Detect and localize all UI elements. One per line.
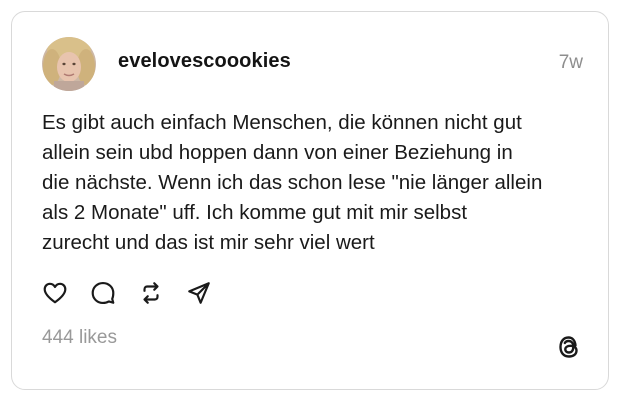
threads-logo-icon — [556, 332, 582, 362]
avatar-image — [42, 37, 96, 91]
avatar[interactable] — [42, 37, 96, 91]
post-text: Es gibt auch einfach Menschen, die könne… — [42, 111, 543, 254]
comment-button[interactable] — [90, 280, 116, 306]
heart-icon — [43, 282, 67, 304]
repost-button[interactable] — [138, 280, 164, 306]
post-timestamp: 7w — [558, 52, 583, 73]
likes-count[interactable]: 444 likes — [42, 327, 117, 349]
post-card: evelovescoookies 7w Es gibt auch einfach… — [11, 11, 609, 390]
username[interactable]: evelovescoookies — [118, 50, 291, 73]
send-icon — [188, 282, 210, 304]
action-bar — [42, 280, 234, 306]
share-button[interactable] — [186, 280, 212, 306]
comment-icon — [91, 281, 115, 305]
like-button[interactable] — [42, 280, 68, 306]
repost-icon — [143, 282, 159, 304]
